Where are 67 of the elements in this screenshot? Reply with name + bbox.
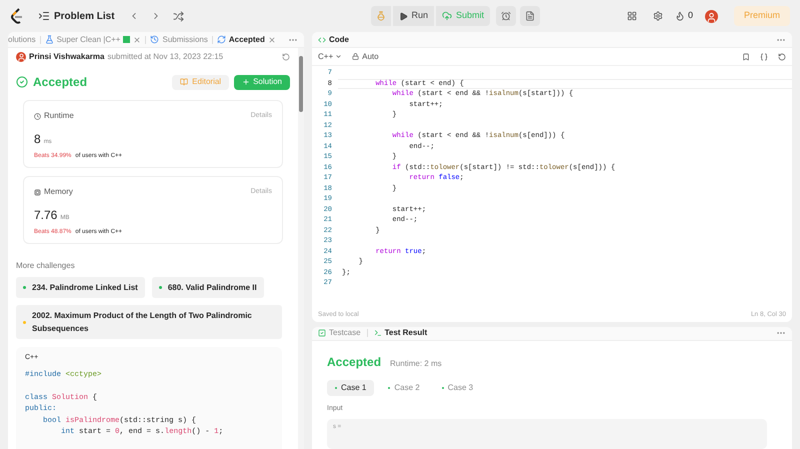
flask-icon	[44, 35, 54, 44]
submit-button[interactable]: Submit	[436, 6, 490, 26]
list-icon[interactable]	[38, 10, 50, 22]
result-status: Accepted	[327, 354, 382, 370]
badge-icon	[123, 36, 130, 43]
premium-button[interactable]: Premium	[734, 6, 790, 26]
stat-value: 8	[34, 131, 41, 148]
logo-icon[interactable]	[10, 8, 24, 24]
card-title: Memory	[44, 186, 73, 198]
run-button[interactable]: Run	[392, 6, 434, 26]
reset-icon[interactable]	[778, 52, 786, 60]
lock-icon	[352, 53, 360, 60]
solution-button[interactable]: Solution	[234, 74, 290, 90]
flask-icon	[376, 11, 386, 21]
editorial-button[interactable]: Editorial	[172, 74, 230, 90]
play-icon	[398, 12, 408, 20]
submitted-date: submitted at Nov 13, 2023 22:15	[107, 51, 224, 63]
notes-button[interactable]	[520, 6, 540, 26]
terminal-icon	[374, 329, 382, 338]
problem-list-link[interactable]: Problem List	[54, 8, 115, 24]
challenge-chip[interactable]: 680. Valid Palindrome II	[152, 277, 264, 298]
check-icon	[16, 76, 28, 88]
case-tab[interactable]: Case 3	[434, 380, 482, 396]
flame-icon[interactable]	[674, 11, 685, 21]
avatar-icon	[16, 52, 26, 62]
braces-icon[interactable]	[760, 52, 768, 60]
plus-icon	[242, 78, 250, 86]
shuffle-icon[interactable]	[172, 10, 184, 22]
language-select[interactable]: C++	[318, 50, 342, 62]
author-name[interactable]: Prinsi Vishwakarma	[29, 51, 104, 63]
section-title: More challenges	[16, 260, 76, 272]
stat-value: 7.76	[34, 207, 58, 224]
panel-tab[interactable]: Accepted	[216, 34, 265, 46]
refresh-icon	[216, 35, 226, 44]
case-tab[interactable]: Case 1	[327, 380, 374, 396]
chip-icon	[34, 188, 41, 196]
panel-tab[interactable]: Super Clean |C++	[44, 34, 130, 46]
chevron-down-icon	[335, 53, 342, 60]
history-icon	[150, 35, 160, 44]
alarm-button[interactable]	[496, 6, 516, 26]
challenge-chip[interactable]: 2002. Maximum Product of the Length of Two Palindromic Subsequences	[16, 305, 282, 339]
panel-tab[interactable]: olutions	[8, 34, 36, 46]
settings-icon[interactable]	[652, 11, 663, 21]
layout-icon[interactable]	[626, 11, 637, 21]
streak-count: 0	[688, 9, 693, 22]
avatar-icon[interactable]	[705, 10, 718, 22]
cloud-upload-icon	[442, 11, 452, 21]
runtime-label: Runtime: 2 ms	[390, 358, 442, 370]
challenge-chip[interactable]: 234. Palindrome Linked List	[16, 277, 145, 298]
case-tab[interactable]: Case 2	[380, 380, 428, 396]
checkbox-icon	[318, 329, 326, 338]
card-title: Runtime	[44, 110, 74, 122]
book-icon	[180, 78, 188, 86]
mode-label[interactable]: Auto	[362, 50, 379, 62]
code-icon	[318, 36, 326, 44]
panel-tab[interactable]: Submissions	[150, 34, 208, 46]
close-icon[interactable]	[133, 36, 142, 44]
panel-tab[interactable]: Testcase	[318, 327, 361, 340]
bookmark-icon[interactable]	[742, 52, 750, 60]
alarm-clock-icon	[501, 11, 512, 21]
clock-icon	[34, 112, 41, 120]
close-icon[interactable]	[268, 36, 276, 44]
refresh-icon[interactable]	[282, 53, 290, 61]
note-icon	[525, 11, 536, 21]
accepted-status: Accepted	[33, 74, 88, 91]
panel-title: Code	[329, 34, 349, 46]
panel-tab[interactable]: Test Result	[374, 327, 428, 340]
